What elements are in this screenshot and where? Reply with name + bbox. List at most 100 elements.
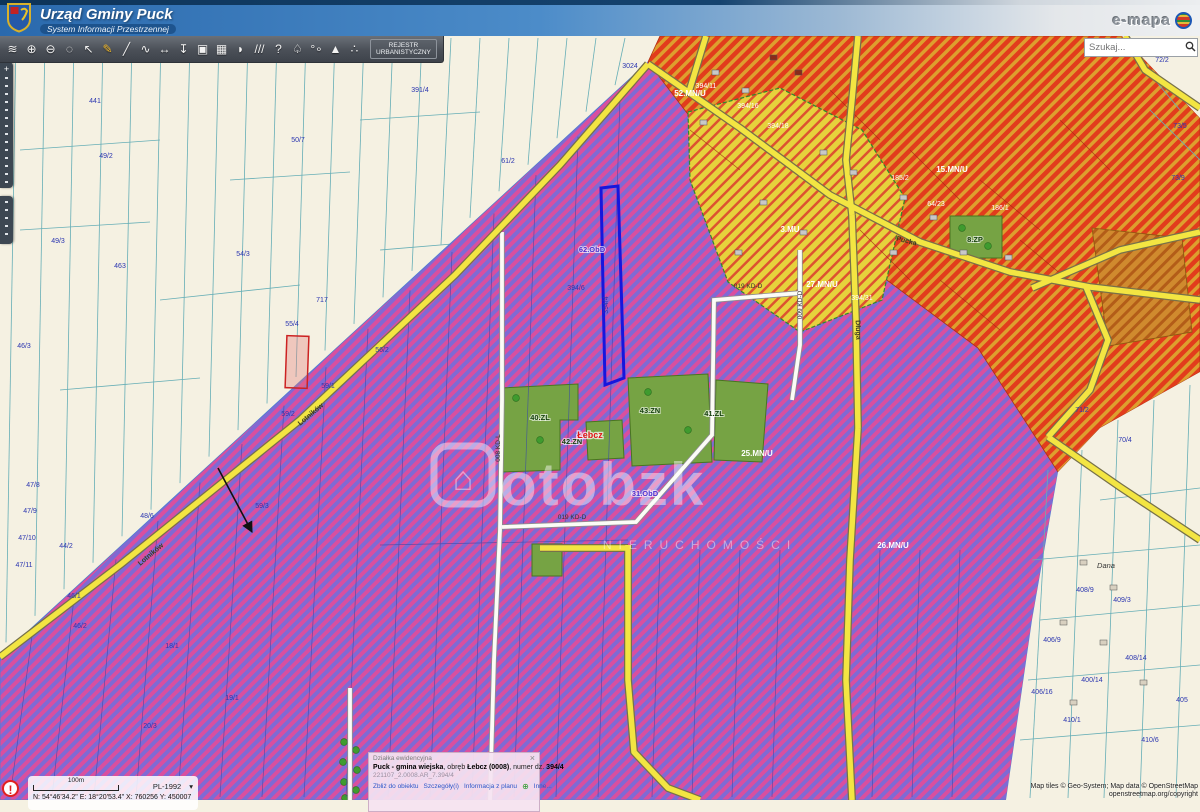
zoom-out-icon[interactable]: ⊖ [43, 37, 58, 61]
svg-text:54/3: 54/3 [236, 251, 250, 258]
parcel-identifier: 221107_2.0008.AR_7.394/4 [373, 772, 535, 779]
watermark-logo-icon: ⌂ [453, 460, 474, 498]
svg-text:463: 463 [114, 263, 126, 270]
svg-text:55/4: 55/4 [285, 321, 299, 328]
svg-text:61/2: 61/2 [501, 158, 515, 165]
svg-text:405: 405 [1176, 697, 1188, 704]
help-icon[interactable]: ? [271, 37, 286, 61]
zoom-in-icon[interactable]: ⊕ [24, 37, 39, 61]
svg-text:43.ZN: 43.ZN [640, 406, 660, 415]
select-area-icon[interactable]: ◌ [62, 37, 77, 61]
map-attribution: Map tiles © Geo-System; Map data © OpenS… [1031, 783, 1199, 801]
copy-icon[interactable]: ▣ [195, 37, 210, 61]
svg-text:46/2: 46/2 [73, 623, 87, 630]
svg-text:47/11: 47/11 [16, 562, 33, 569]
search-icon[interactable] [1183, 39, 1197, 57]
svg-text:406/16: 406/16 [1031, 689, 1053, 696]
pointer-icon[interactable]: ↖ [81, 37, 96, 61]
svg-text:408/9: 408/9 [1076, 587, 1094, 594]
svg-text:49/3: 49/3 [51, 238, 65, 245]
svg-text:47/8: 47/8 [26, 482, 40, 489]
svg-text:73/9: 73/9 [1171, 175, 1185, 182]
parcel-description: Puck - gmina wiejska, obręb Łebcz (0008)… [373, 764, 535, 771]
pencil-icon[interactable]: ✎ [100, 37, 115, 61]
svg-text:26.MN/U: 26.MN/U [877, 541, 909, 550]
svg-text:406/9: 406/9 [1043, 637, 1061, 644]
svg-text:717: 717 [316, 297, 328, 304]
svg-text:47/9: 47/9 [23, 508, 37, 515]
crs-selector[interactable]: PL-1992 ▾ [153, 782, 193, 791]
svg-text:59/3: 59/3 [255, 503, 269, 510]
comment-icon[interactable]: ◗ [233, 37, 248, 61]
person-icon[interactable]: ∴ [347, 37, 362, 61]
draw-curve-icon[interactable]: ∿ [138, 37, 153, 61]
popup-actions: Zbliż do obiektu Szczegóły(i) Informacja… [373, 782, 535, 791]
svg-text:019 KD-D: 019 KD-D [734, 283, 763, 290]
svg-text:3.MU: 3.MU [780, 225, 799, 234]
app-subtitle: System Informacji Przestrzennej [40, 24, 176, 35]
hatch-icon[interactable]: /// [252, 37, 267, 61]
svg-text:70/4: 70/4 [1118, 437, 1132, 444]
svg-text:410/6: 410/6 [1141, 737, 1159, 744]
compass-icon[interactable]: ▲ [328, 37, 343, 61]
svg-text:019 KD-D: 019 KD-D [558, 514, 587, 521]
svg-text:56/2: 56/2 [375, 347, 389, 354]
left-panel-tab[interactable]: + [0, 62, 13, 188]
svg-text:71/2: 71/2 [1075, 407, 1089, 414]
svg-text:Długa: Długa [854, 320, 862, 340]
svg-text:400/14: 400/14 [1081, 677, 1103, 684]
plan-icon[interactable]: ⊕ [522, 782, 529, 791]
svg-text:44/2: 44/2 [59, 543, 73, 550]
svg-text:Łebcz: Łebcz [577, 430, 603, 440]
svg-text:3024: 3024 [622, 63, 638, 70]
anchor-icon[interactable]: ↧ [176, 37, 191, 61]
toolbar-icons: ≋⊕⊖◌↖✎╱∿↔↧▣▦◗ ///?♤°∘▲∴ [3, 37, 364, 61]
svg-text:64/23: 64/23 [927, 201, 945, 208]
emapa-globe-icon [1175, 12, 1192, 29]
table-icon[interactable]: ▦ [214, 37, 229, 61]
svg-text:18/1: 18/1 [165, 643, 179, 650]
rejestr-urbanistyczny-button[interactable]: REJESTR URBANISTYCZNY [370, 39, 437, 60]
app-header: Urząd Gminy Puck System Informacji Przes… [0, 5, 1200, 36]
left-panel-tab-2[interactable] [0, 196, 13, 244]
svg-text:27.MN/U: 27.MN/U [806, 280, 838, 289]
details-link[interactable]: Szczegóły(i) [424, 783, 459, 790]
svg-text:394/6: 394/6 [567, 285, 585, 292]
svg-text:19/1: 19/1 [225, 695, 239, 702]
svg-text:441: 441 [89, 98, 101, 105]
search-input[interactable] [1085, 42, 1183, 53]
attribution-link[interactable]: openstreetmap.org/copyright [1031, 791, 1199, 800]
layers-icon[interactable]: ≋ [5, 37, 20, 61]
svg-text:46/3: 46/3 [17, 343, 31, 350]
zoom-to-object-link[interactable]: Zbliż do obiektu [373, 783, 419, 790]
more-link[interactable]: Inne... [534, 783, 552, 790]
close-icon[interactable]: × [530, 755, 535, 762]
svg-text:394/18: 394/18 [767, 123, 789, 130]
svg-text:391/4: 391/4 [411, 87, 429, 94]
svg-text:8.ZP: 8.ZP [967, 235, 983, 244]
watermark-subtext: NIERUCHOMOŚCI [603, 537, 797, 552]
crs-label: PL-1992 [153, 782, 181, 791]
warning-icon[interactable]: ! [2, 780, 19, 797]
svg-text:186/1: 186/1 [991, 205, 1009, 212]
map-canvas[interactable]: ⌂ otobzk NIERUCHOMOŚCI 44149/249/346346/… [0, 0, 1200, 800]
svg-text:62.ObD: 62.ObD [579, 245, 606, 254]
plan-info-link[interactable]: Informacja z planu [464, 783, 517, 790]
svg-text:72/2: 72/2 [1155, 57, 1169, 64]
polygon-icon[interactable]: ♤ [290, 37, 305, 61]
emapa-brand: e-mapa [1112, 12, 1192, 29]
sketch-rectangle [285, 336, 309, 389]
svg-text:40.ZL: 40.ZL [530, 413, 550, 422]
points-icon[interactable]: °∘ [309, 37, 324, 61]
svg-text:46/1: 46/1 [67, 593, 81, 600]
app-title: Urząd Gminy Puck [40, 7, 176, 22]
svg-text:15.MN/U: 15.MN/U [936, 165, 968, 174]
svg-text:20/3: 20/3 [143, 723, 157, 730]
svg-text:31.ObD: 31.ObD [632, 489, 659, 498]
coat-of-arms-logo [6, 3, 32, 38]
measure-icon[interactable]: ↔ [157, 37, 172, 61]
emapa-logo-text: e-mapa [1112, 12, 1171, 29]
expand-panel-icon: + [0, 62, 13, 74]
draw-line-icon[interactable]: ╱ [119, 37, 134, 61]
svg-text:52.MN/U: 52.MN/U [674, 89, 706, 98]
